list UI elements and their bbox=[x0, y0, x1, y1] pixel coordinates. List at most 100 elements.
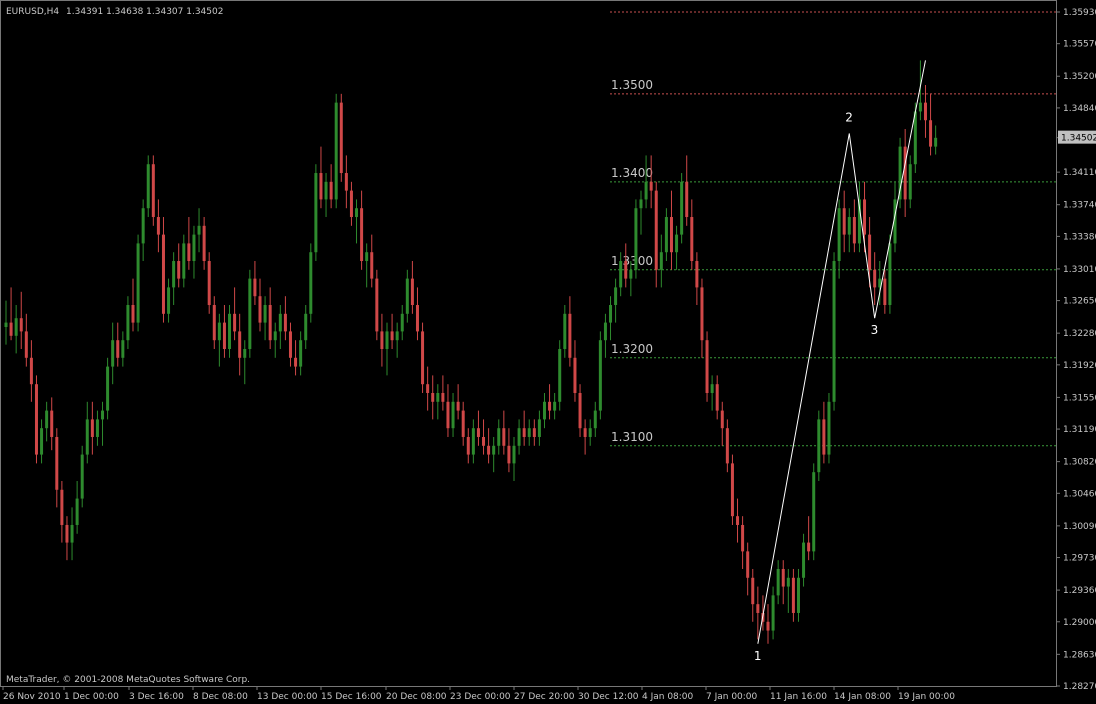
candle-body bbox=[390, 331, 394, 341]
candle-body bbox=[852, 217, 856, 244]
candle-body bbox=[278, 313, 282, 332]
y-tick-label: 1.34840 bbox=[1063, 104, 1096, 114]
y-tick-label: 1.34502 bbox=[1061, 134, 1096, 144]
candle-body bbox=[903, 146, 907, 200]
candle-body bbox=[786, 577, 790, 587]
candle-body bbox=[70, 524, 74, 543]
price-level-label: 1.3100 bbox=[611, 430, 653, 444]
candle-body bbox=[619, 261, 623, 288]
candle-body bbox=[725, 428, 729, 464]
candle-body bbox=[675, 234, 679, 253]
price-level-label: 1.3300 bbox=[611, 254, 653, 268]
candle-body bbox=[487, 445, 491, 455]
candle-body bbox=[248, 278, 252, 349]
y-tick-label: 1.31920 bbox=[1063, 361, 1096, 371]
candle-body bbox=[151, 164, 155, 218]
candle-body bbox=[238, 331, 242, 358]
candle-body bbox=[202, 225, 206, 262]
candle bbox=[375, 269, 379, 341]
candle-body bbox=[40, 428, 44, 455]
candle-body bbox=[253, 278, 257, 297]
x-tick-label: 15 Dec 16:00 bbox=[321, 692, 382, 702]
candle-body bbox=[929, 120, 933, 147]
candle-body bbox=[410, 278, 414, 306]
candle-body bbox=[426, 384, 430, 393]
x-tick-label: 26 Nov 2010 bbox=[3, 692, 61, 702]
candle-body bbox=[415, 305, 419, 332]
candle-body bbox=[385, 331, 389, 349]
copyright-footer: MetaTrader, © 2001-2008 MetaQuotes Softw… bbox=[6, 675, 250, 685]
x-tick-label: 19 Jan 00:00 bbox=[898, 692, 955, 702]
candle-body bbox=[700, 287, 704, 341]
candle-body bbox=[4, 322, 8, 328]
candle-body bbox=[863, 199, 867, 235]
candle bbox=[207, 252, 211, 314]
candle-body bbox=[167, 287, 171, 314]
candle-body bbox=[304, 313, 308, 341]
price-level-label: 1.3400 bbox=[611, 166, 653, 180]
candle-body bbox=[80, 454, 84, 499]
candle-body bbox=[822, 419, 826, 455]
candle-body bbox=[705, 340, 709, 393]
candle-body bbox=[624, 261, 628, 279]
candle-body bbox=[923, 102, 927, 121]
candle-body bbox=[492, 445, 496, 455]
candle-body bbox=[55, 436, 59, 490]
candle-body bbox=[197, 225, 201, 235]
candle-body bbox=[187, 243, 191, 262]
candle-body bbox=[847, 217, 851, 235]
y-tick-label: 1.29000 bbox=[1063, 618, 1096, 628]
candle-body bbox=[461, 410, 465, 437]
candle-body bbox=[868, 234, 872, 270]
candle-body bbox=[299, 340, 303, 367]
candle-body bbox=[827, 401, 831, 455]
candle bbox=[812, 463, 816, 561]
candle-body bbox=[116, 340, 120, 358]
wave-label: 3 bbox=[871, 323, 879, 337]
x-tick-label: 1 Dec 00:00 bbox=[64, 692, 119, 702]
candle bbox=[151, 155, 155, 226]
candle-body bbox=[111, 340, 115, 367]
candle-body bbox=[60, 489, 64, 525]
candle-body bbox=[568, 313, 572, 358]
candle-body bbox=[934, 137, 938, 147]
candle-body bbox=[365, 252, 369, 262]
candle-body bbox=[690, 217, 694, 262]
candle-body bbox=[710, 384, 714, 393]
candle-body bbox=[222, 322, 226, 349]
y-tick-label: 1.35200 bbox=[1063, 72, 1096, 82]
candle bbox=[827, 392, 831, 464]
candle-body bbox=[375, 278, 379, 332]
candle bbox=[634, 199, 638, 279]
candle-body bbox=[309, 252, 313, 314]
candle-body bbox=[502, 428, 506, 446]
candle-body bbox=[34, 384, 38, 455]
candle-body bbox=[796, 577, 800, 613]
candle-body bbox=[334, 102, 338, 200]
candle-body bbox=[95, 419, 99, 437]
candle-body bbox=[614, 287, 618, 306]
chart-window[interactable]: 1.3500 1.3400 1.3300 1.3200 1.3100 1 2 3 1.359… bbox=[0, 0, 1096, 704]
candle-body bbox=[50, 410, 54, 437]
candle-body bbox=[283, 313, 287, 332]
candle-body bbox=[649, 181, 653, 191]
candle-body bbox=[522, 428, 526, 437]
candle-body bbox=[741, 524, 745, 552]
candle-body bbox=[507, 445, 511, 464]
candle-body bbox=[75, 498, 79, 525]
candlestick-chart[interactable]: 1.3500 1.3400 1.3300 1.3200 1.3100 1 2 3 1.359… bbox=[0, 0, 1096, 704]
candle bbox=[598, 331, 602, 420]
candle-body bbox=[766, 621, 770, 631]
candle-body bbox=[720, 410, 724, 429]
candle bbox=[817, 410, 821, 481]
candle bbox=[334, 93, 338, 209]
candle-body bbox=[294, 357, 298, 367]
y-tick-label: 1.33740 bbox=[1063, 201, 1096, 211]
y-tick-label: 1.33380 bbox=[1063, 232, 1096, 242]
candle-body bbox=[24, 331, 28, 358]
candle-body bbox=[497, 428, 501, 446]
y-tick-label: 1.30090 bbox=[1063, 522, 1096, 532]
candle-body bbox=[319, 173, 323, 200]
x-tick-label: 23 Dec 00:00 bbox=[450, 692, 511, 702]
candle-body bbox=[517, 428, 521, 446]
